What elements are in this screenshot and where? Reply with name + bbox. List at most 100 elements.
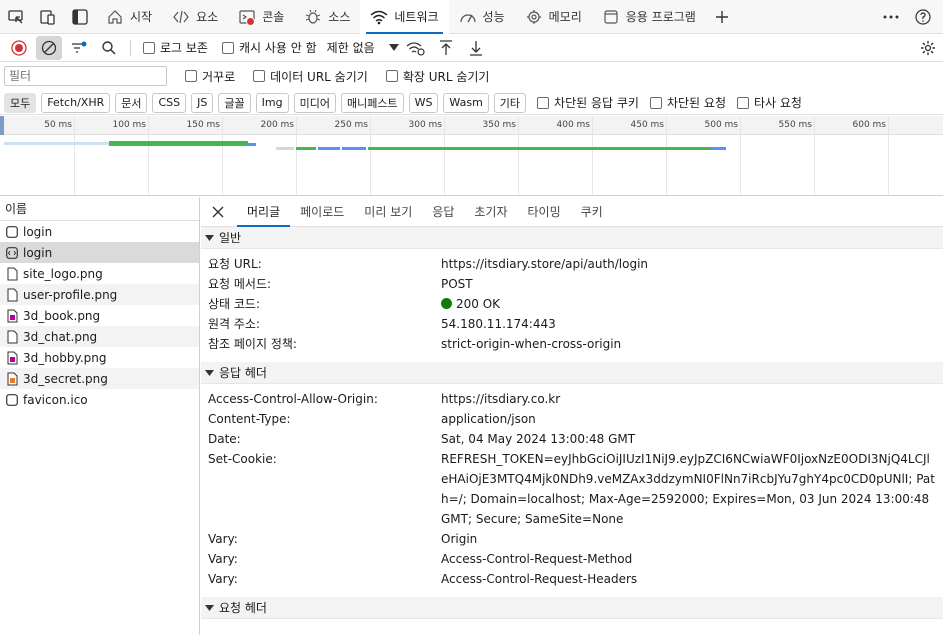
timeline-tick-label: 500 ms: [704, 120, 739, 130]
tab-preview[interactable]: 미리 보기: [354, 197, 422, 227]
type-chip-doc[interactable]: 문서: [115, 92, 148, 113]
memory-icon: [525, 8, 543, 26]
record-button[interactable]: [6, 36, 32, 60]
type-chip-media[interactable]: 미디어: [293, 92, 336, 113]
checkbox-box[interactable]: [537, 96, 550, 109]
filter-toggle-button[interactable]: [66, 36, 92, 60]
file-icon: [6, 330, 18, 344]
throttle-select[interactable]: 제한 없음: [327, 39, 399, 56]
tab-application[interactable]: 응용 프로그램: [592, 0, 706, 34]
blocked-response-cookies-checkbox[interactable]: 차단된 응답 쿠키: [537, 94, 639, 111]
tab-welcome[interactable]: 시작: [96, 0, 162, 34]
details-tab-bar: 머리글 페이로드 미리 보기 응답 초기자 타이밍 쿠키: [201, 197, 943, 227]
tab-label: 네트워크: [394, 10, 439, 24]
header-row: Vary: Origin: [208, 532, 478, 546]
hide-extension-urls-checkbox[interactable]: 확장 URL 숨기기: [385, 68, 489, 85]
dock-side-icon[interactable]: [64, 0, 96, 34]
request-row[interactable]: login: [0, 242, 199, 263]
checkbox-box[interactable]: [221, 41, 234, 54]
network-toolbar: 로그 보존 캐시 사용 안 함 제한 없음: [0, 34, 943, 62]
type-chip-css[interactable]: CSS: [152, 92, 187, 113]
request-row[interactable]: 3d_book.png: [0, 305, 199, 326]
tab-elements[interactable]: 요소: [162, 0, 228, 34]
request-row[interactable]: 3d_chat.png: [0, 326, 199, 347]
checkbox-box[interactable]: [185, 70, 197, 82]
device-emulation-icon[interactable]: [32, 0, 64, 34]
invert-checkbox[interactable]: 거꾸로: [185, 68, 235, 85]
checkbox-box[interactable]: [385, 70, 398, 82]
settings-gear-icon[interactable]: [915, 36, 941, 60]
tab-label: 성능: [482, 10, 505, 24]
type-chip-font[interactable]: 글꼴: [218, 92, 251, 113]
timeline-gridline: [370, 116, 371, 195]
preserve-log-checkbox[interactable]: 로그 보존: [143, 39, 208, 56]
type-chip-manifest[interactable]: 매니페스트: [340, 92, 404, 113]
bug-icon: [304, 8, 322, 26]
third-party-requests-checkbox[interactable]: 타사 요청: [736, 94, 802, 111]
tab-cookies[interactable]: 쿠키: [571, 197, 613, 227]
request-row[interactable]: site_logo.png: [0, 263, 199, 284]
type-chip-js[interactable]: JS: [191, 92, 214, 113]
tab-initiator[interactable]: 초기자: [464, 197, 517, 227]
import-har-icon[interactable]: [433, 36, 459, 60]
triangle-down-icon: [205, 366, 214, 380]
tab-network[interactable]: 네트워크: [360, 0, 449, 34]
type-chip-img[interactable]: Img: [255, 92, 289, 113]
timeline-bar: [109, 141, 248, 146]
timeline-bar: [248, 143, 256, 146]
timeline-overview[interactable]: 50 ms 100 ms 150 ms 200 ms 250 ms 300 ms 350 m…: [0, 116, 943, 196]
type-chip-wasm[interactable]: Wasm: [443, 92, 489, 113]
timeline-tick-label: 550 ms: [778, 120, 813, 130]
timeline-tick-label: 250 ms: [334, 120, 369, 130]
request-row[interactable]: login: [0, 221, 199, 242]
timeline-gridline: [444, 116, 445, 195]
home-icon: [106, 8, 124, 26]
more-options-icon[interactable]: [875, 0, 907, 34]
network-conditions-icon[interactable]: [403, 36, 429, 60]
timeline-bar: [4, 142, 109, 145]
checkbox-box[interactable]: [736, 96, 749, 109]
timeline-bar: [368, 147, 712, 150]
help-icon[interactable]: [907, 0, 939, 34]
blocked-requests-checkbox[interactable]: 차단된 요청: [649, 94, 726, 111]
clear-button[interactable]: [36, 35, 62, 60]
tab-timing[interactable]: 타이밍: [518, 197, 571, 227]
close-icon[interactable]: [207, 201, 229, 223]
tab-payload[interactable]: 페이로드: [290, 197, 354, 227]
header-row: Set-Cookie: REFRESH_TOKEN=eyJhbGciOiJIUzI…: [208, 452, 935, 526]
performance-icon: [459, 8, 477, 26]
tab-headers[interactable]: 머리글: [237, 197, 291, 227]
checkbox-box[interactable]: [253, 70, 266, 82]
request-row[interactable]: 3d_hobby.png: [0, 347, 199, 368]
hide-data-urls-checkbox[interactable]: 데이터 URL 숨기기: [253, 68, 368, 85]
filter-input[interactable]: [4, 66, 167, 86]
request-row[interactable]: user-profile.png: [0, 284, 199, 305]
tab-sources[interactable]: 소스: [294, 0, 360, 34]
tab-console[interactable]: 콘솔: [228, 0, 294, 34]
export-har-icon[interactable]: [463, 36, 489, 60]
document-icon: [6, 393, 18, 407]
general-section-header[interactable]: 일반: [201, 227, 943, 249]
tab-response[interactable]: 응답: [422, 197, 464, 227]
request-headers-section-header[interactable]: 요청 헤더: [201, 597, 943, 619]
checkbox-box[interactable]: [649, 96, 662, 109]
type-chip-all[interactable]: 모두: [4, 92, 37, 113]
search-button[interactable]: [96, 36, 122, 60]
request-name: 3d_secret.png: [23, 371, 108, 386]
request-row[interactable]: 3d_secret.png: [0, 368, 199, 389]
type-chip-fetch-xhr[interactable]: Fetch/XHR: [41, 92, 111, 113]
disable-cache-checkbox[interactable]: 캐시 사용 안 함: [221, 39, 317, 56]
type-chip-ws[interactable]: WS: [408, 92, 439, 113]
throttle-value: 제한 없음: [326, 41, 375, 55]
tab-memory[interactable]: 메모리: [515, 0, 592, 34]
request-row[interactable]: favicon.ico: [0, 389, 199, 410]
add-tab-icon[interactable]: [706, 0, 738, 34]
timeline-tick-label: 400 ms: [556, 120, 591, 130]
tab-performance[interactable]: 성능: [449, 0, 515, 34]
checkbox-box[interactable]: [143, 41, 155, 54]
timeline-start-handle[interactable]: [0, 116, 4, 135]
name-column-header[interactable]: 이름: [0, 197, 199, 221]
type-chip-other[interactable]: 기타: [493, 92, 527, 113]
inspect-icon[interactable]: [0, 0, 32, 34]
response-headers-section-header[interactable]: 응답 헤더: [201, 362, 943, 384]
